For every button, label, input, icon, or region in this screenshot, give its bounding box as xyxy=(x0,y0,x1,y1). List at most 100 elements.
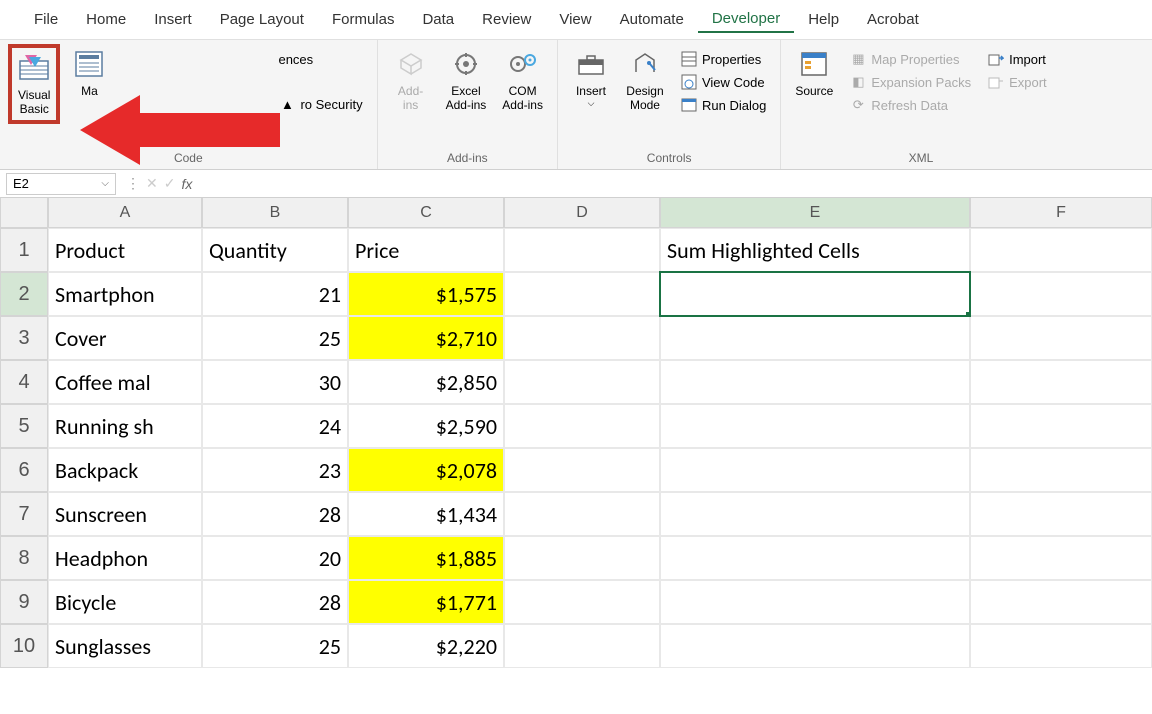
column-header-f[interactable]: F xyxy=(970,198,1152,228)
row-header-7[interactable]: 7 xyxy=(0,492,48,536)
cell-e5[interactable] xyxy=(660,404,970,448)
insert-control-button[interactable]: Insert ⌵ xyxy=(566,44,616,113)
cell-d2[interactable] xyxy=(504,272,660,316)
row-header-5[interactable]: 5 xyxy=(0,404,48,448)
column-header-a[interactable]: A xyxy=(48,198,202,228)
cell-f4[interactable] xyxy=(970,360,1152,404)
menu-review[interactable]: Review xyxy=(468,7,545,32)
cell-c9[interactable]: $1,771 xyxy=(348,580,504,624)
cell-c7[interactable]: $1,434 xyxy=(348,492,504,536)
cell-e4[interactable] xyxy=(660,360,970,404)
cell-d7[interactable] xyxy=(504,492,660,536)
excel-addins-button[interactable]: Excel Add-ins xyxy=(440,44,493,116)
cell-d6[interactable] xyxy=(504,448,660,492)
cell-b7[interactable]: 28 xyxy=(202,492,348,536)
cell-f9[interactable] xyxy=(970,580,1152,624)
cell-a4[interactable]: Coffee mal xyxy=(48,360,202,404)
cell-e1[interactable]: Sum Highlighted Cells xyxy=(660,228,970,272)
menu-automate[interactable]: Automate xyxy=(606,7,698,32)
cell-b5[interactable]: 24 xyxy=(202,404,348,448)
accept-icon[interactable]: ✓ xyxy=(164,175,176,192)
cell-c8[interactable]: $1,885 xyxy=(348,536,504,580)
cell-a3[interactable]: Cover xyxy=(48,316,202,360)
cell-c2[interactable]: $1,575 xyxy=(348,272,504,316)
com-addins-button[interactable]: COM Add-ins xyxy=(496,44,549,116)
cell-b6[interactable]: 23 xyxy=(202,448,348,492)
cell-f2[interactable] xyxy=(970,272,1152,316)
cell-d4[interactable] xyxy=(504,360,660,404)
menu-file[interactable]: File xyxy=(20,7,72,32)
cell-f1[interactable] xyxy=(970,228,1152,272)
cell-d3[interactable] xyxy=(504,316,660,360)
menu-help[interactable]: Help xyxy=(794,7,853,32)
cell-b4[interactable]: 30 xyxy=(202,360,348,404)
select-all-corner[interactable] xyxy=(0,198,48,228)
cell-f7[interactable] xyxy=(970,492,1152,536)
expansion-packs-button[interactable]: ◧Expansion Packs xyxy=(843,71,977,93)
cell-e8[interactable] xyxy=(660,536,970,580)
menu-developer[interactable]: Developer xyxy=(698,6,794,33)
cell-b2[interactable]: 21 xyxy=(202,272,348,316)
cell-d10[interactable] xyxy=(504,624,660,668)
menu-home[interactable]: Home xyxy=(72,7,140,32)
name-box[interactable]: E2 ⌵ xyxy=(6,173,116,195)
cell-c3[interactable]: $2,710 xyxy=(348,316,504,360)
cell-a9[interactable]: Bicycle xyxy=(48,580,202,624)
column-header-e[interactable]: E xyxy=(660,198,970,228)
menu-page-layout[interactable]: Page Layout xyxy=(206,7,318,32)
menu-acrobat[interactable]: Acrobat xyxy=(853,7,933,32)
cell-e10[interactable] xyxy=(660,624,970,668)
row-header-4[interactable]: 4 xyxy=(0,360,48,404)
design-mode-button[interactable]: Design Mode xyxy=(620,44,670,116)
addins-button[interactable]: Add- ins xyxy=(386,44,436,116)
row-header-9[interactable]: 9 xyxy=(0,580,48,624)
menu-view[interactable]: View xyxy=(545,7,605,32)
cell-c10[interactable]: $2,220 xyxy=(348,624,504,668)
cell-b8[interactable]: 20 xyxy=(202,536,348,580)
cell-d5[interactable] xyxy=(504,404,660,448)
menu-insert[interactable]: Insert xyxy=(140,7,206,32)
row-header-10[interactable]: 10 xyxy=(0,624,48,668)
cell-e3[interactable] xyxy=(660,316,970,360)
cell-c6[interactable]: $2,078 xyxy=(348,448,504,492)
export-button[interactable]: Export xyxy=(981,71,1053,93)
column-header-c[interactable]: C xyxy=(348,198,504,228)
cell-e9[interactable] xyxy=(660,580,970,624)
cell-f8[interactable] xyxy=(970,536,1152,580)
cell-d9[interactable] xyxy=(504,580,660,624)
cell-a2[interactable]: Smartphon xyxy=(48,272,202,316)
menu-formulas[interactable]: Formulas xyxy=(318,7,409,32)
import-button[interactable]: Import xyxy=(981,48,1053,70)
cell-b3[interactable]: 25 xyxy=(202,316,348,360)
cell-a10[interactable]: Sunglasses xyxy=(48,624,202,668)
chevron-down-icon[interactable]: ⌵ xyxy=(101,178,109,189)
cell-b10[interactable]: 25 xyxy=(202,624,348,668)
view-code-button[interactable]: View Code xyxy=(674,71,772,93)
cell-c5[interactable]: $2,590 xyxy=(348,404,504,448)
fx-icon[interactable]: fx xyxy=(181,176,192,192)
row-header-1[interactable]: 1 xyxy=(0,228,48,272)
cell-f3[interactable] xyxy=(970,316,1152,360)
cell-a8[interactable]: Headphon xyxy=(48,536,202,580)
cell-a1[interactable]: Product xyxy=(48,228,202,272)
cell-f6[interactable] xyxy=(970,448,1152,492)
column-header-b[interactable]: B xyxy=(202,198,348,228)
run-dialog-button[interactable]: Run Dialog xyxy=(674,94,772,116)
refresh-data-button[interactable]: ⟳Refresh Data xyxy=(843,94,977,116)
cell-f5[interactable] xyxy=(970,404,1152,448)
references-button[interactable]: ences xyxy=(272,50,368,69)
cell-c1[interactable]: Price xyxy=(348,228,504,272)
row-header-8[interactable]: 8 xyxy=(0,536,48,580)
visual-basic-button[interactable]: Visual Basic xyxy=(8,44,60,124)
cell-a7[interactable]: Sunscreen xyxy=(48,492,202,536)
cell-b9[interactable]: 28 xyxy=(202,580,348,624)
macros-button[interactable]: Ma xyxy=(64,44,114,102)
cancel-icon[interactable]: ✕ xyxy=(146,175,158,192)
row-header-3[interactable]: 3 xyxy=(0,316,48,360)
map-properties-button[interactable]: ▦Map Properties xyxy=(843,48,977,70)
cell-b1[interactable]: Quantity xyxy=(202,228,348,272)
cell-a6[interactable]: Backpack xyxy=(48,448,202,492)
cell-a5[interactable]: Running sh xyxy=(48,404,202,448)
cell-e2[interactable] xyxy=(660,272,970,316)
cell-e7[interactable] xyxy=(660,492,970,536)
